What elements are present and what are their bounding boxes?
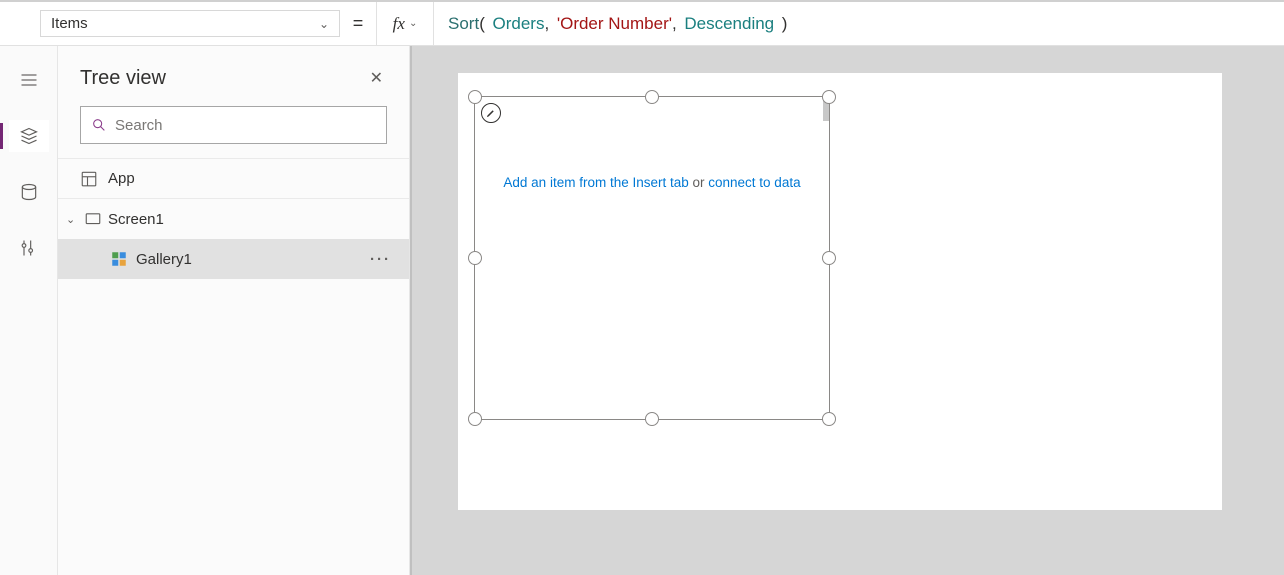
canvas[interactable]: Add an item from the Insert tab or conne… <box>410 46 1284 575</box>
fx-icon: fx <box>393 14 405 34</box>
fx-button[interactable]: fx ⌄ <box>376 2 434 45</box>
tree-item-label: Gallery1 <box>136 251 192 268</box>
tree-item-label: Screen1 <box>108 211 164 228</box>
search-icon <box>91 117 107 133</box>
data-icon[interactable] <box>9 176 49 208</box>
property-select[interactable]: Items ⌄ <box>40 10 340 37</box>
chevron-down-icon: ⌄ <box>319 17 329 31</box>
resize-handle[interactable] <box>645 90 659 104</box>
tree-item-label: App <box>108 170 135 187</box>
connect-data-link[interactable]: connect to data <box>708 175 800 190</box>
resize-handle[interactable] <box>645 412 659 426</box>
tree-item-gallery1[interactable]: Gallery1 ··· <box>58 239 409 279</box>
property-select-value: Items <box>51 15 88 32</box>
more-icon[interactable]: ··· <box>370 251 409 268</box>
edit-icon[interactable] <box>481 103 501 123</box>
resize-handle[interactable] <box>822 90 836 104</box>
panel-title: Tree view <box>80 67 166 90</box>
insert-tab-link[interactable]: Add an item from the Insert tab <box>503 175 688 190</box>
formula-bar: Items ⌄ = fx ⌄ Sort(Orders,'Order Number… <box>0 0 1284 46</box>
gallery-icon <box>110 250 128 268</box>
tree-item-app[interactable]: App <box>58 159 409 199</box>
formula-input[interactable]: Sort(Orders,'Order Number',Descending) <box>434 2 1284 45</box>
resize-handle[interactable] <box>468 251 482 265</box>
search-field[interactable] <box>115 117 376 134</box>
resize-handle[interactable] <box>468 412 482 426</box>
resize-handle[interactable] <box>468 90 482 104</box>
formula-token-fn: Sort <box>448 14 479 34</box>
tree: App ⌄ Screen1 Gallery1 ··· <box>58 158 409 279</box>
advanced-tools-icon[interactable] <box>9 232 49 264</box>
screen-icon <box>84 210 102 228</box>
resize-handle[interactable] <box>822 251 836 265</box>
tree-view-icon[interactable] <box>9 120 49 152</box>
app-icon <box>80 170 98 188</box>
resize-handle[interactable] <box>822 412 836 426</box>
tree-item-screen1[interactable]: ⌄ Screen1 <box>58 199 409 239</box>
search-input[interactable] <box>80 106 387 144</box>
equals-label: = <box>340 2 376 45</box>
gallery-selection[interactable]: Add an item from the Insert tab or conne… <box>474 96 830 420</box>
chevron-down-icon: ⌄ <box>66 213 78 226</box>
tree-view-panel: Tree view ✕ App ⌄ <box>58 46 410 575</box>
chevron-down-icon: ⌄ <box>409 18 417 29</box>
hamburger-icon[interactable] <box>9 64 49 96</box>
left-rail <box>0 46 58 575</box>
artboard[interactable]: Add an item from the Insert tab or conne… <box>458 73 1222 510</box>
close-icon[interactable]: ✕ <box>366 64 387 92</box>
gallery-empty-hint: Add an item from the Insert tab or conne… <box>475 175 829 190</box>
